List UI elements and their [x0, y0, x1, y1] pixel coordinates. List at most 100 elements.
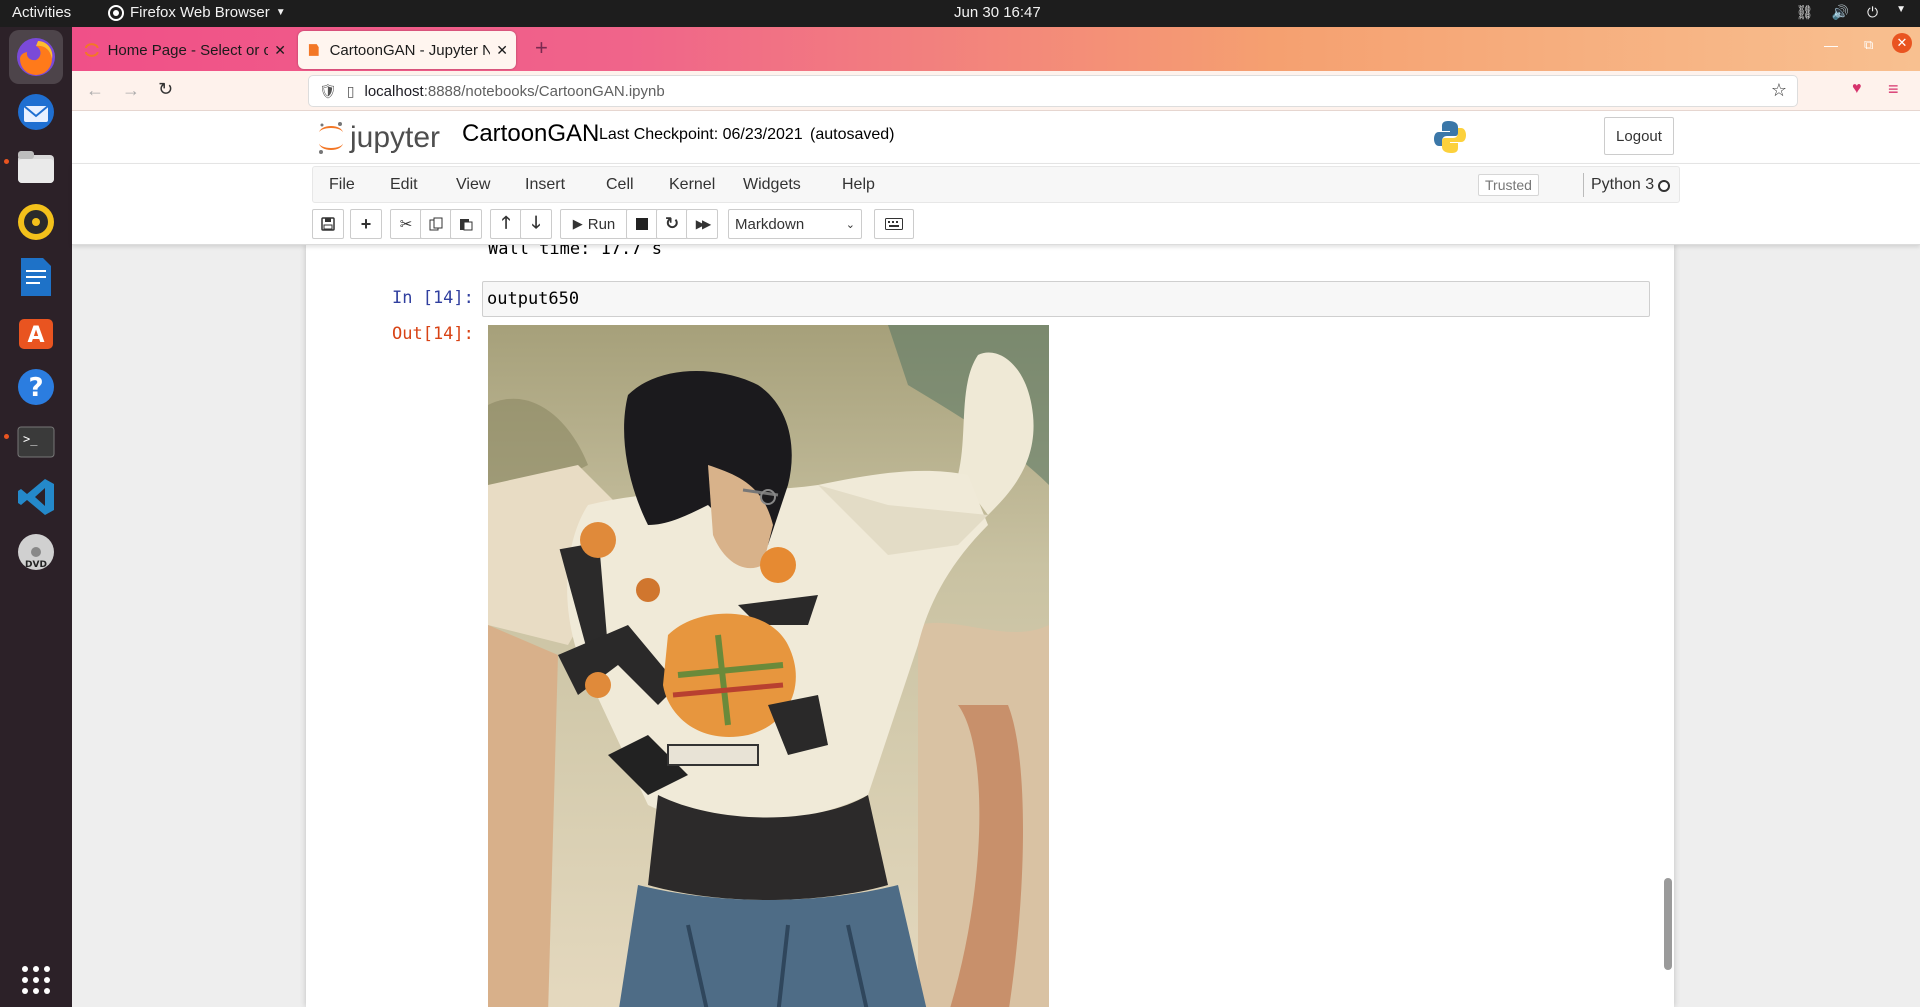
url-host: localhost [364, 82, 424, 100]
menu-file[interactable]: File [329, 176, 355, 194]
dock-writer[interactable] [9, 250, 63, 304]
python-logo-icon [1434, 121, 1466, 153]
scrollbar-thumb[interactable] [1664, 878, 1672, 970]
menu-insert[interactable]: Insert [525, 176, 565, 194]
close-tab-icon[interactable]: ✕ [274, 42, 286, 59]
output-image [488, 325, 1049, 1007]
notebook-name[interactable]: CartoonGAN [462, 120, 599, 148]
writer-icon [21, 258, 51, 296]
app-grid-icon [22, 966, 50, 994]
copy-button[interactable] [420, 209, 452, 239]
system-tray[interactable]: ⛓ 🔊 ⏻ ▼ [1796, 4, 1906, 21]
minimize-icon[interactable]: — [1824, 37, 1838, 53]
restart-button[interactable]: ↻ [656, 209, 688, 239]
dock-files[interactable] [9, 140, 63, 194]
trusted-indicator[interactable]: Trusted [1478, 174, 1539, 196]
interrupt-button[interactable] [626, 209, 658, 239]
arrow-down-icon: 🡓 [531, 212, 541, 232]
chevron-down-icon: ▼ [1896, 4, 1906, 15]
power-icon: ⏻ [1867, 4, 1879, 20]
save-button[interactable] [312, 209, 344, 239]
close-window-icon[interactable]: ✕ [1892, 33, 1912, 53]
menu-edit[interactable]: Edit [390, 176, 418, 194]
fast-forward-icon: ▶▶ [695, 217, 712, 231]
cartoon-image [488, 325, 1049, 1007]
run-button[interactable]: ▶ Run [560, 209, 628, 239]
tab-home-page[interactable]: Home Page - Select or cre ✕ [76, 31, 294, 69]
menu-widgets[interactable]: Widgets [743, 176, 801, 194]
clock[interactable]: Jun 30 16:47 [954, 4, 1041, 21]
files-icon [18, 151, 54, 183]
restore-icon[interactable]: ⧉ [1864, 37, 1873, 53]
dock-dvd[interactable]: DVD [9, 525, 63, 579]
menu-help[interactable]: Help [842, 176, 875, 194]
stop-icon [636, 218, 648, 230]
jupyter-favicon-icon [308, 44, 319, 56]
previous-cell-output: Wall time: 17.7 s [488, 245, 662, 259]
software-store-icon: A [19, 319, 53, 349]
vscode-icon [18, 479, 54, 515]
dock-thunderbird[interactable] [9, 85, 63, 139]
rhythmbox-icon [18, 204, 54, 240]
svg-text:>_: >_ [23, 432, 38, 446]
cut-button[interactable]: ✂ [390, 209, 422, 239]
firefox-icon [17, 38, 55, 76]
floppy-disk-icon [321, 217, 335, 231]
paste-button[interactable] [450, 209, 482, 239]
dock-firefox[interactable] [9, 30, 63, 84]
move-up-button[interactable]: 🡑 [490, 209, 522, 239]
jupyter-favicon-icon [84, 43, 99, 57]
insert-cell-button[interactable]: + [350, 209, 382, 239]
menu-kernel[interactable]: Kernel [669, 176, 715, 194]
close-tab-icon[interactable]: ✕ [496, 42, 508, 59]
reload-icon[interactable]: ↻ [158, 79, 173, 100]
browser-nav-bar: ← → ↻ 🛡 ▯ localhost:8888/notebooks/Carto… [72, 71, 1920, 111]
menu-view[interactable]: View [456, 176, 490, 194]
app-name: Firefox Web Browser [130, 4, 270, 21]
tab-title: Home Page - Select or cre [107, 41, 269, 59]
help-icon: ? [18, 369, 54, 405]
autosave-status: (autosaved) [810, 126, 895, 143]
activities-button[interactable]: Activities [12, 4, 71, 21]
dock-vscode[interactable] [9, 470, 63, 524]
keyboard-icon [885, 218, 903, 230]
network-icon: ⛓ [1795, 4, 1814, 20]
forward-icon[interactable]: → [122, 80, 140, 101]
page-icon: ▯ [346, 82, 355, 99]
dock-rhythmbox[interactable] [9, 195, 63, 249]
notebook-toolbar: + ✂ 🡑 🡓 ▶ Run ↻ ▶▶ Markdown ⌄ [312, 207, 1680, 243]
url-bar[interactable]: 🛡 ▯ localhost:8888/notebooks/CartoonGAN.… [308, 75, 1798, 107]
tab-cartoongan[interactable]: CartoonGAN - Jupyter No ✕ [298, 31, 516, 69]
pocket-icon[interactable]: ♥ [1852, 80, 1862, 98]
tab-title: CartoonGAN - Jupyter No [329, 41, 491, 59]
dock-software[interactable]: A [9, 305, 63, 359]
move-down-button[interactable]: 🡓 [520, 209, 552, 239]
shield-icon[interactable]: 🛡 [319, 83, 337, 100]
cell-type-select[interactable]: Markdown ⌄ [728, 209, 862, 239]
checkpoint-status: Last Checkpoint: 06/23/2021 [599, 126, 803, 143]
code-cell-input[interactable]: output650 [482, 281, 1650, 317]
arrow-up-icon: 🡑 [501, 212, 511, 232]
jupyter-logo[interactable]: jupyter [316, 119, 440, 157]
logout-button[interactable]: Logout [1604, 117, 1674, 155]
app-menu[interactable]: Firefox Web Browser ▼ [108, 4, 286, 21]
command-palette-button[interactable] [874, 209, 914, 239]
kernel-name[interactable]: Python 3 [1591, 176, 1654, 194]
bookmark-star-icon[interactable]: ☆ [1771, 80, 1787, 101]
scissors-icon: ✂ [399, 216, 413, 233]
dock-terminal[interactable]: >_ [9, 415, 63, 469]
firefox-small-icon [108, 4, 124, 21]
show-applications-button[interactable] [9, 953, 63, 1007]
url-path: :8888/notebooks/CartoonGAN.ipynb [423, 82, 665, 100]
back-icon[interactable]: ← [86, 80, 104, 101]
new-tab-icon[interactable]: + [535, 35, 548, 61]
notebook-site[interactable]: Wall time: 17.7 s In [14]: output650 Out… [72, 245, 1920, 1007]
menu-cell[interactable]: Cell [606, 176, 634, 194]
restart-icon: ↻ [664, 214, 680, 233]
system-top-bar: Activities Firefox Web Browser ▼ Jun 30 … [0, 0, 1920, 27]
dock-help[interactable]: ? [9, 360, 63, 414]
hamburger-menu-icon[interactable]: ≡ [1888, 79, 1899, 100]
kernel-separator [1583, 173, 1584, 197]
chevron-down-icon: ⌄ [845, 218, 855, 231]
restart-run-all-button[interactable]: ▶▶ [686, 209, 718, 239]
